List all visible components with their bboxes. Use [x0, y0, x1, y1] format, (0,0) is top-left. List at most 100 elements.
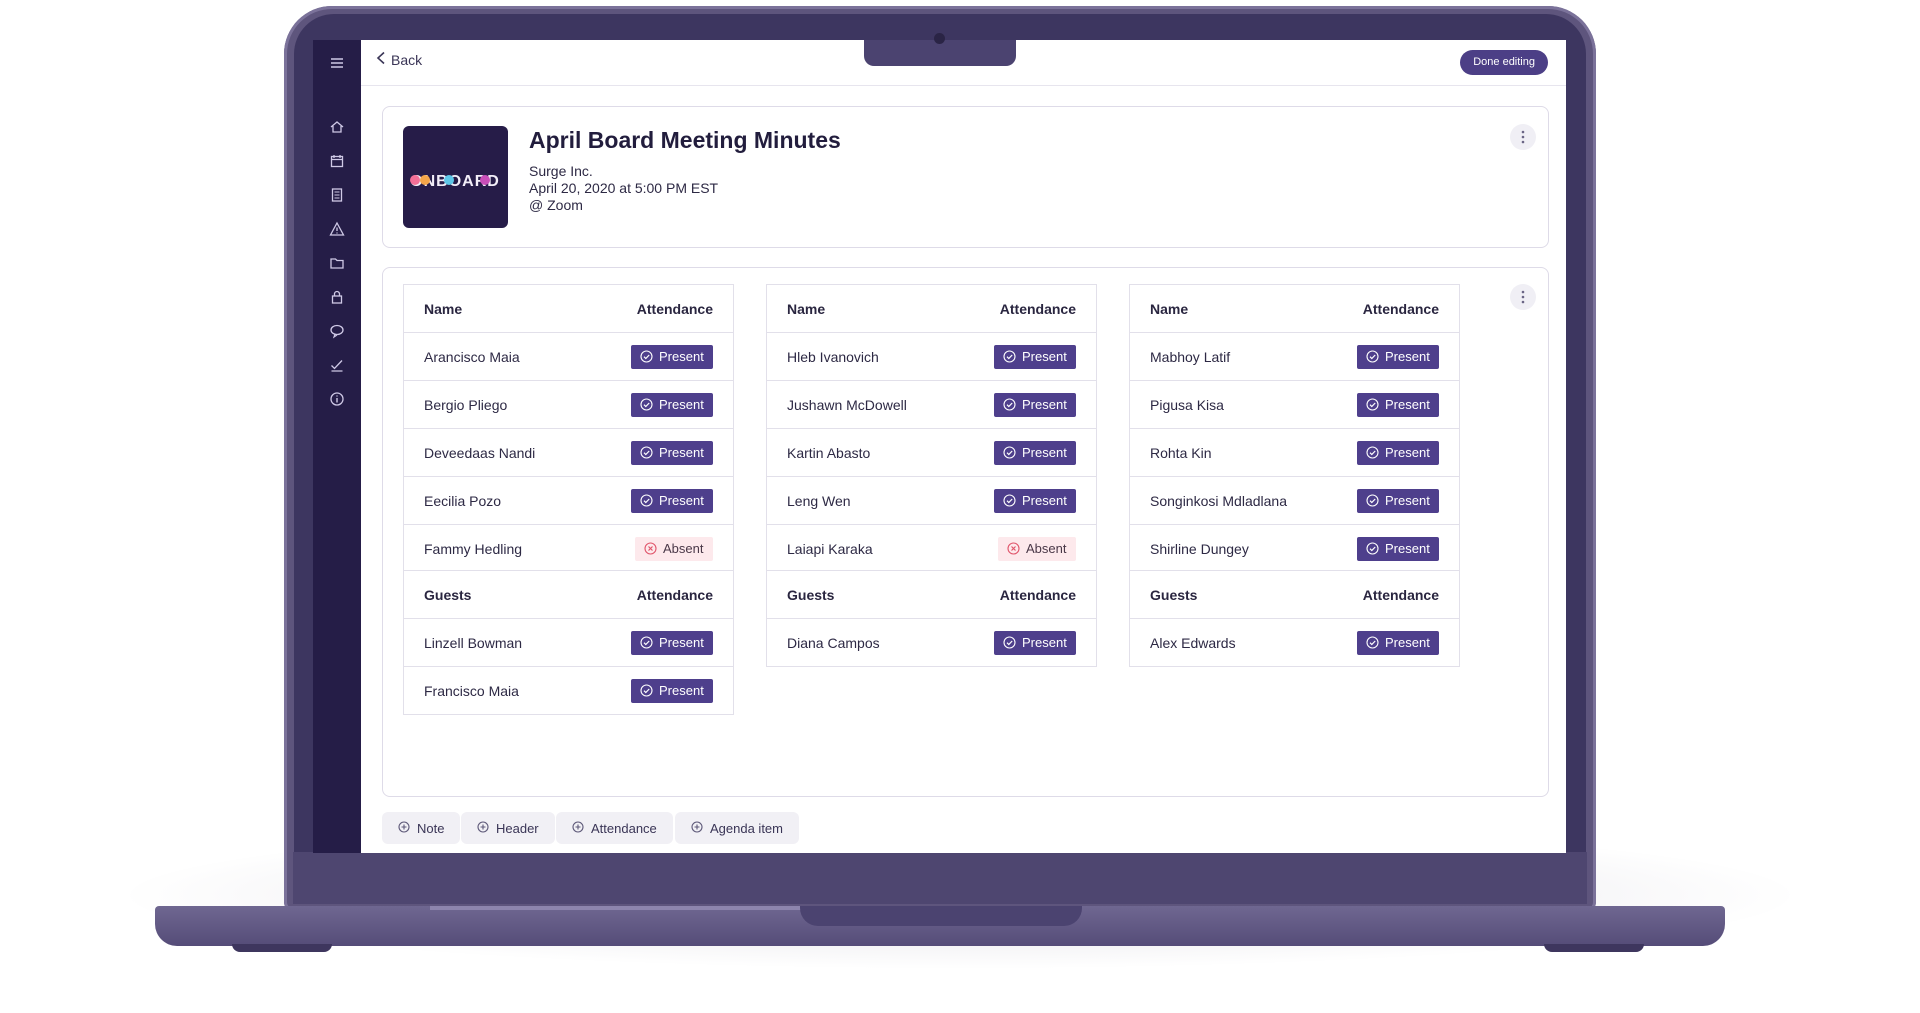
attendance-more-icon[interactable]: [1510, 284, 1536, 310]
table-row: Mabhoy Latif Present: [1130, 332, 1459, 380]
document-icon[interactable]: [327, 185, 347, 205]
status-label: Present: [659, 493, 704, 508]
status-label: Present: [1022, 445, 1067, 460]
check-circle-icon: [1003, 446, 1016, 459]
check-circle-icon: [1366, 446, 1379, 459]
present-badge[interactable]: Present: [631, 344, 713, 369]
status-label: Present: [1385, 397, 1430, 412]
table-row: Deveedaas Nandi Present: [404, 428, 733, 476]
attendee-name: Arancisco Maia: [424, 348, 520, 365]
present-badge[interactable]: Present: [631, 630, 713, 655]
check-circle-icon: [1366, 350, 1379, 363]
info-icon[interactable]: [327, 389, 347, 409]
column-header-name: Name: [1150, 300, 1189, 317]
present-badge[interactable]: Present: [994, 488, 1076, 513]
column-header-attendance: Attendance: [636, 586, 713, 603]
present-badge[interactable]: Present: [631, 440, 713, 465]
calendar-icon[interactable]: [327, 151, 347, 171]
attendee-name: Rohta Kin: [1150, 444, 1212, 461]
check-circle-icon: [1003, 398, 1016, 411]
table-row: Bergio Pliego Present: [404, 380, 733, 428]
present-badge[interactable]: Present: [631, 678, 713, 703]
present-badge[interactable]: Present: [1357, 488, 1439, 513]
present-badge[interactable]: Present: [1357, 344, 1439, 369]
check-circle-icon: [640, 636, 653, 649]
laptop-foot-left: [232, 944, 332, 952]
meeting-location: @ Zoom: [529, 197, 583, 213]
present-badge[interactable]: Present: [1357, 440, 1439, 465]
present-badge[interactable]: Present: [631, 488, 713, 513]
attendee-name: Mabhoy Latif: [1150, 348, 1231, 365]
folder-icon[interactable]: [327, 253, 347, 273]
present-badge[interactable]: Present: [994, 344, 1076, 369]
plus-circle-icon: [398, 820, 410, 836]
add-agenda-item-label: Agenda item: [710, 820, 783, 836]
status-label: Present: [1385, 541, 1430, 556]
absent-badge[interactable]: Absent: [998, 536, 1076, 561]
status-label: Present: [1385, 445, 1430, 460]
check-circle-icon: [640, 684, 653, 697]
guests-table: Guests Attendance Alex Edwards Present: [1129, 570, 1460, 667]
present-badge[interactable]: Present: [631, 392, 713, 417]
add-attendance-button[interactable]: Attendance: [556, 812, 673, 844]
chevron-left-icon: [375, 51, 387, 68]
warning-icon[interactable]: [327, 219, 347, 239]
add-header-button[interactable]: Header: [461, 812, 555, 844]
table-header-row: Guests Attendance: [404, 571, 733, 618]
attendee-name: Hleb Ivanovich: [787, 348, 879, 365]
attendee-name: Leng Wen: [787, 492, 851, 509]
guests-table: Guests Attendance Linzell Bowman Present Fra…: [403, 570, 734, 715]
table-row: Diana Campos Present: [767, 618, 1096, 666]
column-header-attendance: Attendance: [1362, 586, 1439, 603]
status-label: Present: [1385, 349, 1430, 364]
done-editing-button[interactable]: Done editing: [1460, 50, 1548, 75]
column-header-name: Name: [787, 300, 826, 317]
chat-icon[interactable]: [327, 321, 347, 341]
table-header-row: Name Attendance: [767, 285, 1096, 332]
present-badge[interactable]: Present: [1357, 392, 1439, 417]
add-note-label: Note: [417, 820, 445, 836]
status-label: Present: [1385, 493, 1430, 508]
back-link[interactable]: Back: [375, 51, 422, 68]
attendance-card: Name Attendance Arancisco Maia Present Bergi…: [382, 267, 1549, 797]
checkmark-icon[interactable]: [327, 355, 347, 375]
column-header-name: Guests: [424, 586, 472, 603]
present-badge[interactable]: Present: [994, 440, 1076, 465]
table-row: Leng Wen Present: [767, 476, 1096, 524]
attendance-table: Name Attendance Mabhoy Latif Present Pigusa …: [1129, 284, 1460, 573]
menu-icon[interactable]: [327, 53, 347, 73]
absent-badge[interactable]: Absent: [635, 536, 713, 561]
column-header-name: Name: [424, 300, 463, 317]
present-badge[interactable]: Present: [994, 392, 1076, 417]
attendee-name: Pigusa Kisa: [1150, 396, 1224, 413]
table-row: Alex Edwards Present: [1130, 618, 1459, 666]
column-header-name: Guests: [1150, 586, 1198, 603]
check-circle-icon: [1003, 350, 1016, 363]
present-badge[interactable]: Present: [1357, 630, 1439, 655]
present-badge[interactable]: Present: [1357, 536, 1439, 561]
header-more-icon[interactable]: [1510, 124, 1536, 150]
meeting-header-card: ONBOARD April Board Meeting Minutes Surg…: [382, 106, 1549, 248]
attendee-name: Kartin Abasto: [787, 444, 871, 461]
table-row: Rohta Kin Present: [1130, 428, 1459, 476]
meeting-datetime: April 20, 2020 at 5:00 PM EST: [529, 180, 719, 196]
check-circle-icon: [1366, 542, 1379, 555]
lock-icon[interactable]: [327, 287, 347, 307]
attendee-name: Fammy Hedling: [424, 540, 523, 557]
laptop-foot-right: [1544, 944, 1644, 952]
present-badge[interactable]: Present: [994, 630, 1076, 655]
home-icon[interactable]: [327, 117, 347, 137]
add-note-button[interactable]: Note: [382, 812, 461, 844]
table-row: Eecilia Pozo Present: [404, 476, 733, 524]
check-circle-icon: [640, 350, 653, 363]
add-agenda-item-button[interactable]: Agenda item: [675, 812, 799, 844]
table-row: Songinkosi Mdladlana Present: [1130, 476, 1459, 524]
check-circle-icon: [640, 398, 653, 411]
status-label: Present: [659, 445, 704, 460]
check-circle-icon: [1366, 636, 1379, 649]
status-label: Present: [659, 683, 704, 698]
guests-table: Guests Attendance Diana Campos Present: [766, 570, 1097, 667]
status-label: Present: [659, 397, 704, 412]
check-circle-icon: [1003, 494, 1016, 507]
status-label: Present: [659, 635, 704, 650]
